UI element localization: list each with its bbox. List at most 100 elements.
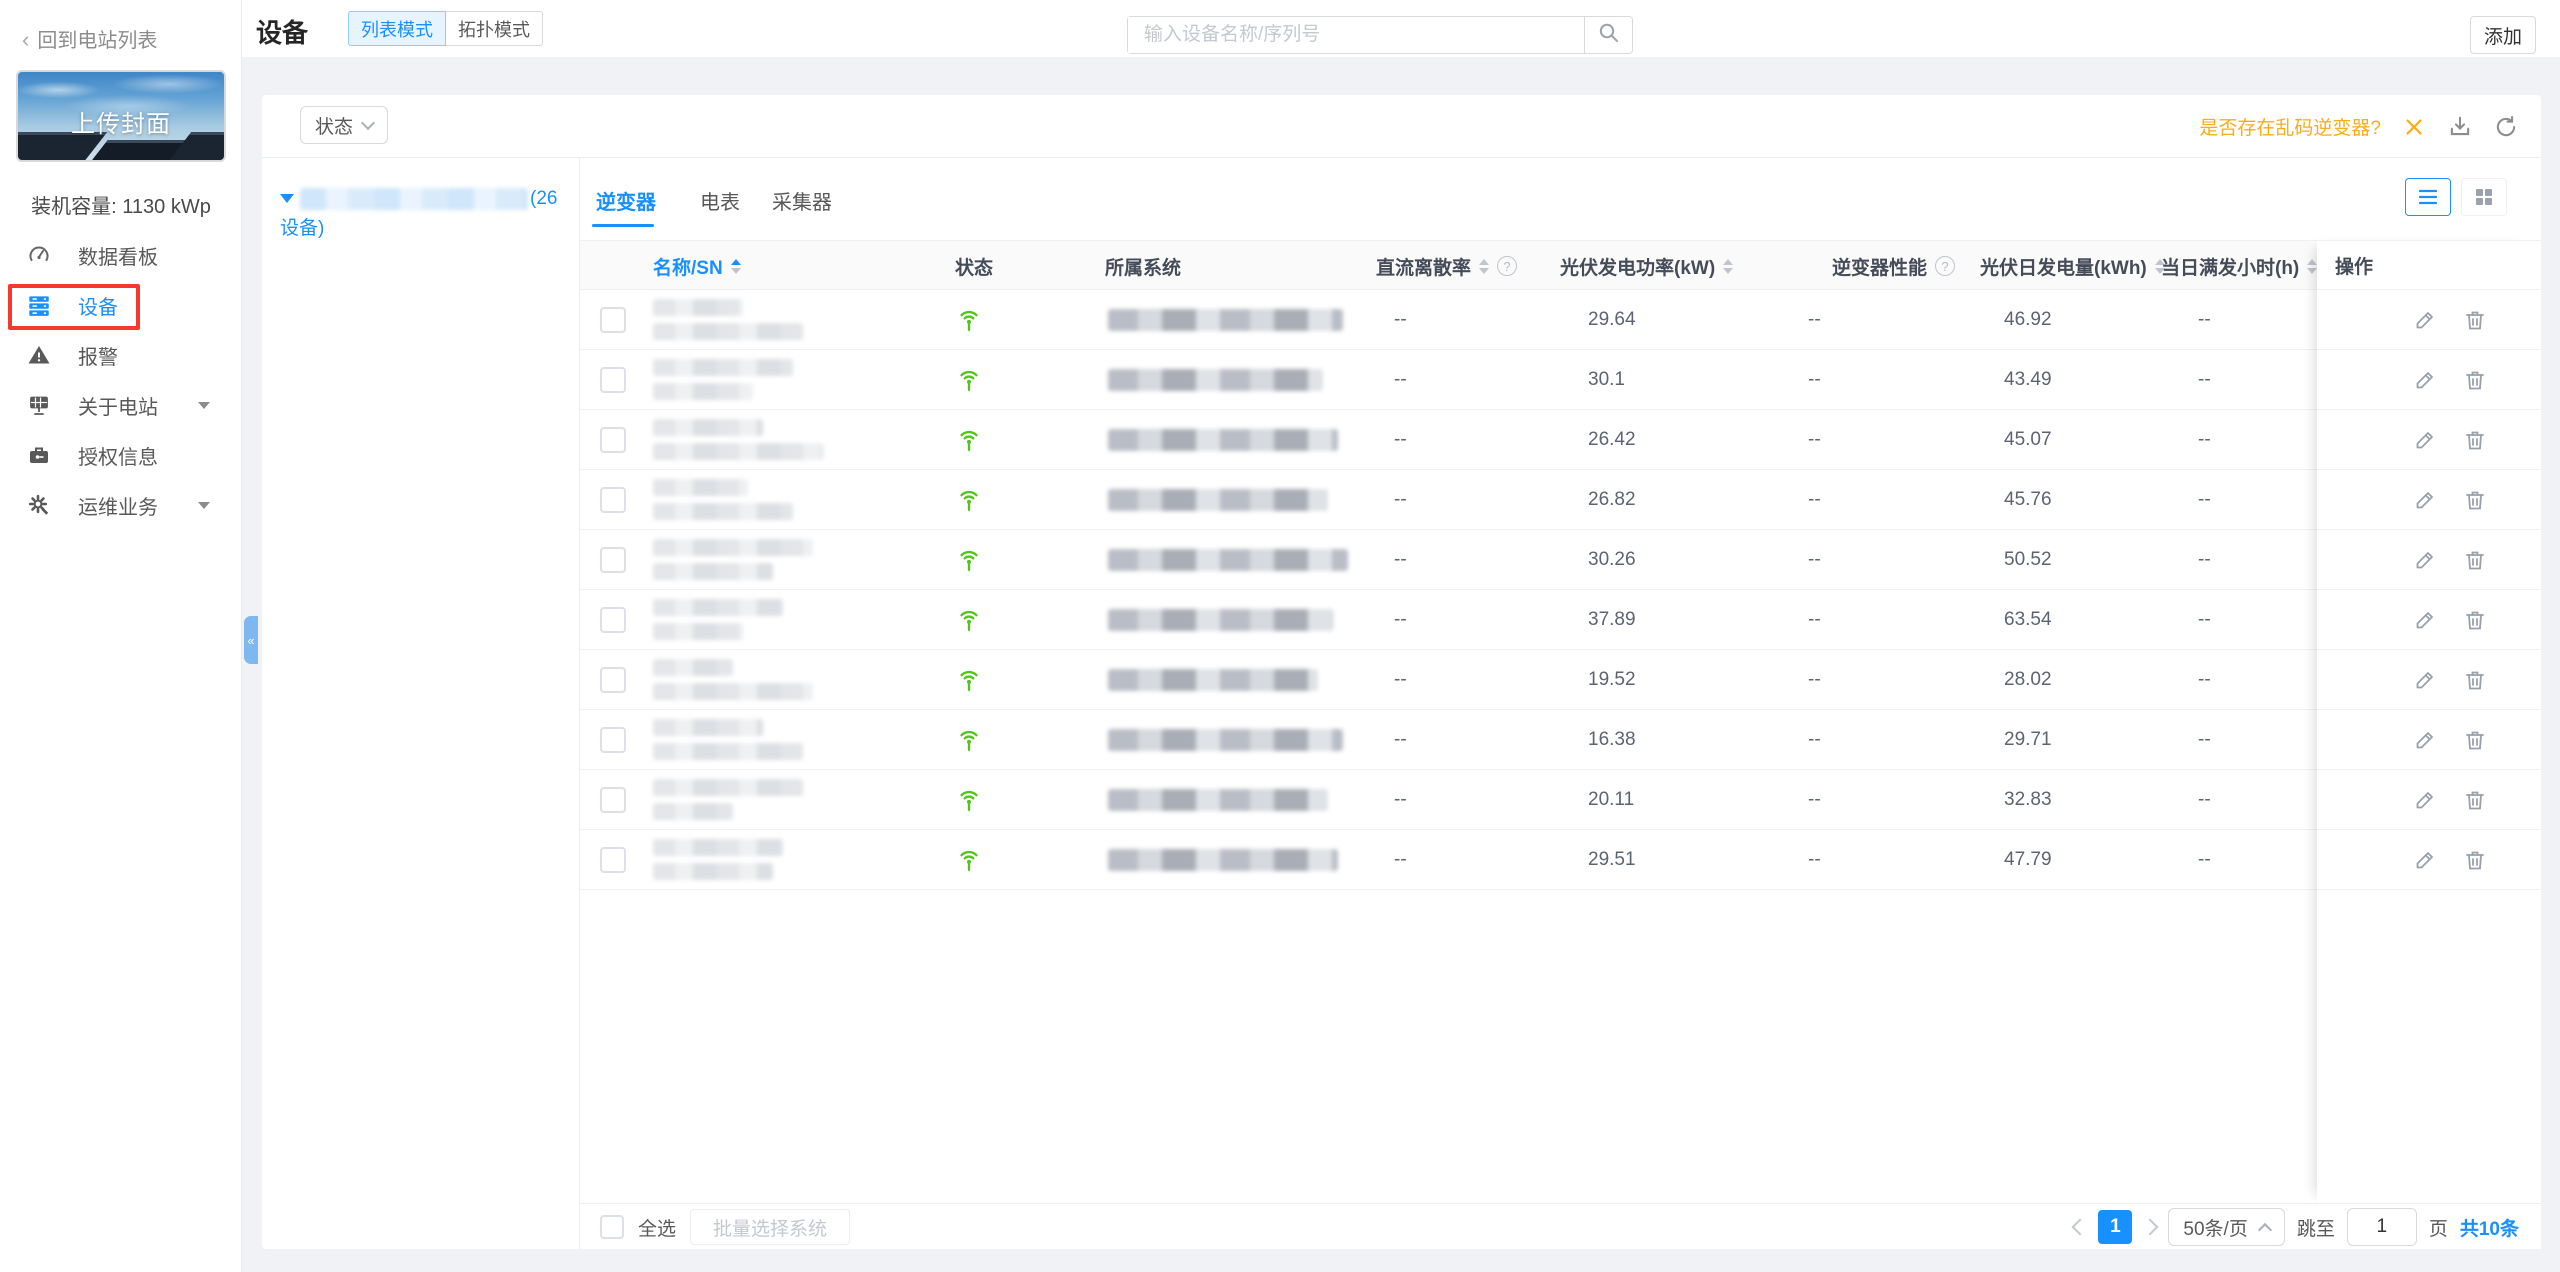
alarm-icon [26,342,52,368]
full-hours-value: -- [2198,849,2211,870]
edit-icon[interactable] [2413,548,2437,572]
delete-icon[interactable] [2463,788,2487,812]
col-inverter-performance[interactable]: 逆变器性能? [1832,241,1956,291]
row-checkbox[interactable] [600,307,626,333]
tab-collector[interactable]: 采集器 [772,186,832,215]
system-name-redacted [1108,609,1333,631]
close-icon[interactable] [2401,114,2427,140]
edit-icon[interactable] [2413,788,2437,812]
delete-icon[interactable] [2463,608,2487,632]
garbled-inverter-link[interactable]: 是否存在乱码逆变器? [2199,113,2381,140]
row-checkbox[interactable] [600,367,626,393]
row-checkbox[interactable] [600,427,626,453]
tree-root-node[interactable]: (26设备) [280,184,565,244]
delete-icon[interactable] [2463,848,2487,872]
back-to-plant-list-link[interactable]: ‹ 回到电站列表 [22,24,157,53]
search-icon [1597,21,1621,50]
edit-icon[interactable] [2413,848,2437,872]
daily-energy-value: 45.76 [2004,489,2052,510]
grid-view-button[interactable] [2461,178,2507,216]
delete-icon[interactable] [2463,428,2487,452]
delete-icon[interactable] [2463,308,2487,332]
row-checkbox[interactable] [600,727,626,753]
online-status-icon [955,486,983,514]
row-checkbox[interactable] [600,487,626,513]
col-daily-energy[interactable]: 光伏日发电量(kWh) [1980,241,2165,291]
edit-icon[interactable] [2413,368,2437,392]
list-mode-button[interactable]: 列表模式 [348,11,446,46]
status-filter-select[interactable]: 状态 [300,106,389,144]
back-label: 回到电站列表 [37,30,158,52]
page-number-button[interactable]: 1 [2098,1210,2133,1244]
row-actions [2317,590,2541,650]
prev-page-icon[interactable] [2071,1218,2089,1236]
col-pv-power[interactable]: 光伏发电功率(kW) [1560,241,1734,291]
row-checkbox[interactable] [600,847,626,873]
edit-icon[interactable] [2413,308,2437,332]
download-icon[interactable] [2447,114,2473,140]
delete-icon[interactable] [2463,728,2487,752]
sort-icon[interactable] [730,258,741,274]
help-icon[interactable]: ? [1497,256,1518,276]
edit-icon[interactable] [2413,488,2437,512]
sort-icon[interactable] [2307,258,2318,274]
plant-name-redacted [300,187,528,210]
row-checkbox[interactable] [600,787,626,813]
online-status-icon [955,426,983,454]
sidebar-item-dashboard[interactable]: 数据看板 [0,230,242,280]
tree-expand-caret[interactable] [280,194,294,204]
edit-icon[interactable] [2413,668,2437,692]
edit-icon[interactable] [2413,428,2437,452]
row-checkbox[interactable] [600,547,626,573]
search-button[interactable] [1584,17,1632,53]
sidebar-item-label: 报警 [78,346,118,369]
refresh-icon[interactable] [2493,114,2519,140]
table-row: -- 19.52 -- 28.02 -- [580,650,2541,710]
device-name-redacted [653,539,813,580]
sort-icon[interactable] [1479,258,1490,274]
online-status-icon [955,666,983,694]
help-icon[interactable]: ? [1935,256,1956,276]
delete-icon[interactable] [2463,488,2487,512]
row-checkbox[interactable] [600,667,626,693]
sidebar-item-license[interactable]: 授权信息 [0,430,242,480]
inverter-performance-value: -- [1808,429,1821,450]
edit-icon[interactable] [2413,608,2437,632]
sidebar-item-alarms[interactable]: 报警 [0,330,242,380]
delete-icon[interactable] [2463,548,2487,572]
col-dc-dispersion[interactable]: 直流离散率? [1376,241,1518,291]
tab-meter[interactable]: 电表 [700,186,740,215]
view-mode-toggle: 列表模式 拓扑模式 [348,11,543,46]
dc-dispersion-value: -- [1394,369,1407,390]
topology-mode-button[interactable]: 拓扑模式 [446,11,543,46]
jump-page-input[interactable] [2346,1208,2417,1246]
plant-cover-image[interactable]: 上传封面 [16,70,226,162]
full-hours-value: -- [2198,669,2211,690]
row-actions [2317,830,2541,890]
sidebar-item-about-plant[interactable]: 关于电站 [0,380,242,430]
dc-dispersion-value: -- [1394,549,1407,570]
batch-select-system-button[interactable]: 批量选择系统 [690,1209,851,1245]
table-row: -- 29.64 -- 46.92 -- [580,290,2541,350]
col-status: 状态 [955,257,994,279]
sidebar-item-maintenance[interactable]: 运维业务 [0,480,242,530]
sidebar-item-devices[interactable]: 设备 [0,280,242,330]
delete-icon[interactable] [2463,668,2487,692]
select-all-checkbox[interactable] [600,1215,624,1239]
upload-cover-label: 上传封面 [71,111,171,138]
delete-icon[interactable] [2463,368,2487,392]
edit-icon[interactable] [2413,728,2437,752]
next-page-icon[interactable] [2141,1218,2159,1236]
page-size-select[interactable]: 50条/页 [2168,1208,2285,1246]
pv-power-value: 19.52 [1588,669,1636,690]
search-input[interactable] [1128,17,1584,53]
app-page: ‹ 回到电站列表 上传封面 装机容量: 1130 kWp 数据看板 设备 报警 … [0,0,2560,1272]
tab-inverter[interactable]: 逆变器 [596,186,656,215]
col-name-sn[interactable]: 名称/SN [653,241,741,291]
list-view-button[interactable] [2405,178,2451,216]
row-actions [2317,650,2541,710]
row-checkbox[interactable] [600,607,626,633]
tree-collapse-handle[interactable]: « [244,616,258,664]
sort-icon[interactable] [1723,258,1734,274]
add-device-button[interactable]: 添加 [2470,16,2536,54]
